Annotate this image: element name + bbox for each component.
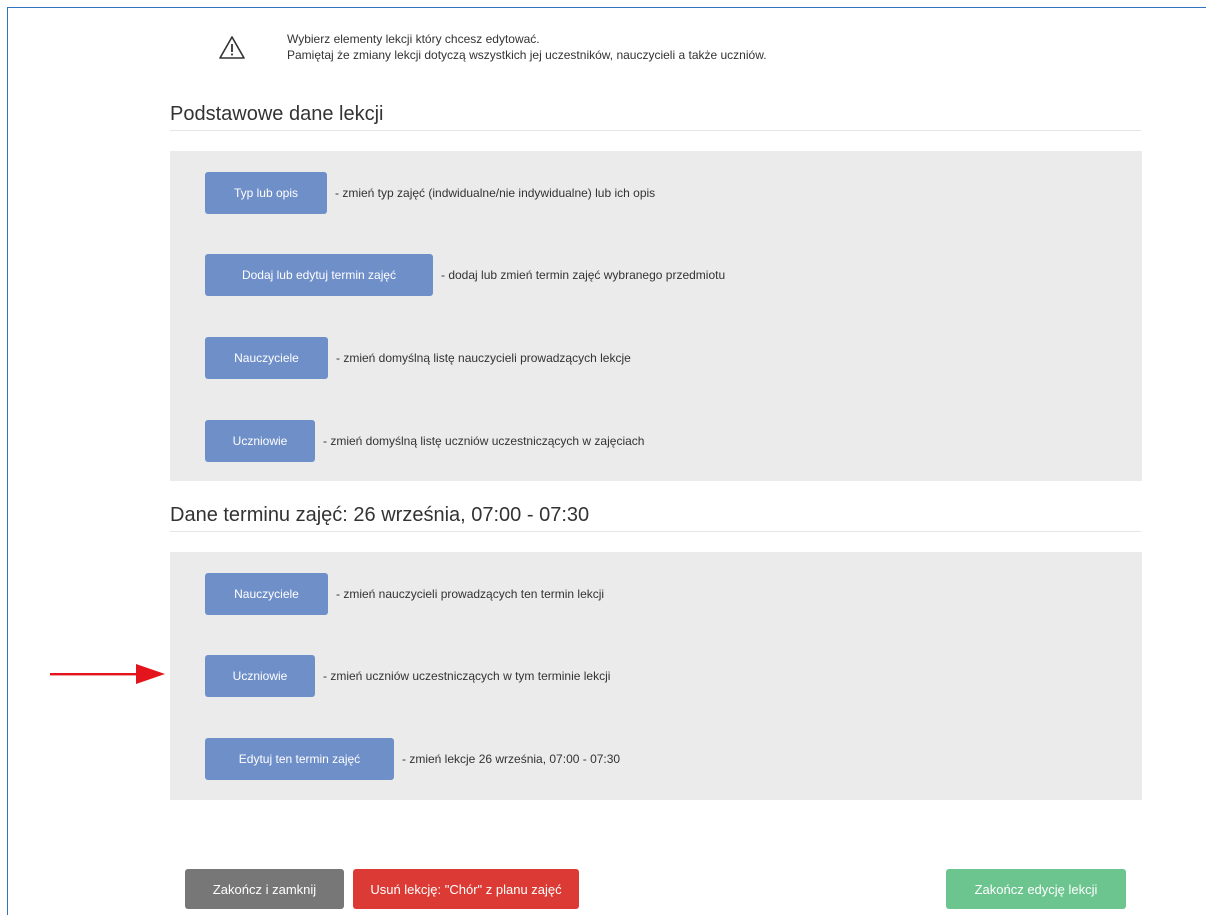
type-or-description-button[interactable]: Typ lub opis [205,172,327,214]
notice-line-1: Wybierz elementy lekcji który chcesz edy… [287,32,540,46]
term-teachers-desc: - zmień nauczycieli prowadzących ten ter… [336,587,605,601]
warning-icon [219,36,245,59]
edit-this-term-button[interactable]: Edytuj ten termin zajęć [205,738,394,780]
term-section-title: Dane terminu zajęć: 26 września, 07:00 -… [170,504,590,526]
add-edit-term-desc: - dodaj lub zmień termin zajęć wybranego… [441,268,726,282]
basic-section-divider [170,130,1141,131]
term-teachers-button[interactable]: Nauczyciele [205,573,328,615]
default-teachers-button[interactable]: Nauczyciele [205,337,328,379]
term-students-button[interactable]: Uczniowie [205,655,315,697]
term-students-desc: - zmień uczniów uczestniczących w tym te… [323,669,611,683]
add-edit-term-button[interactable]: Dodaj lub edytuj termin zajęć [205,254,433,296]
finish-editing-button[interactable]: Zakończ edycję lekcji [946,869,1126,909]
term-section-divider [170,531,1141,532]
default-students-button[interactable]: Uczniowie [205,420,315,462]
close-button[interactable]: Zakończ i zamknij [185,869,344,909]
basic-section-title: Podstawowe dane lekcji [170,103,384,125]
type-or-description-desc: - zmień typ zajęć (indwidualne/nie indyw… [335,186,656,200]
edit-this-term-desc: - zmień lekcje 26 września, 07:00 - 07:3… [402,752,621,766]
delete-lesson-button[interactable]: Usuń lekcję: "Chór" z planu zajęć [353,869,579,909]
notice-text: Wybierz elementy lekcji który chcesz edy… [287,31,767,63]
notice-line-2: Pamiętaj że zmiany lekcji dotyczą wszyst… [287,48,767,62]
default-students-desc: - zmień domyślną listę uczniów uczestnic… [323,434,645,448]
default-teachers-desc: - zmień domyślną listę nauczycieli prowa… [336,351,631,365]
red-arrow-icon [50,664,165,684]
